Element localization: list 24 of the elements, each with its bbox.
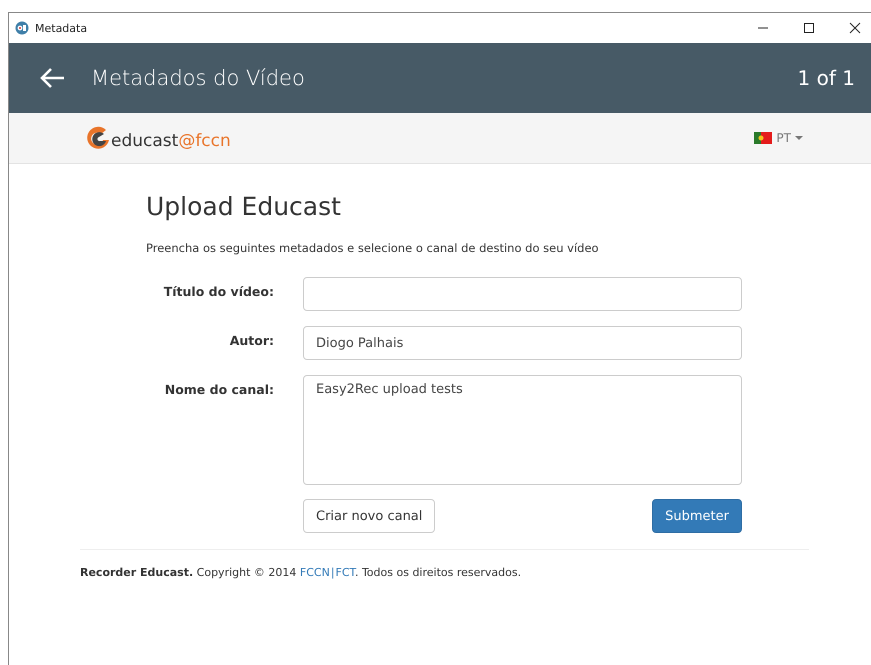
submit-button[interactable]: Submeter (652, 499, 742, 533)
field-label: Título do vídeo: (162, 283, 274, 301)
back-arrow-icon[interactable] (39, 67, 65, 89)
input-field[interactable] (303, 277, 742, 311)
intro-text: Preencha os seguintes metadados e selecione o canal de destino do seu vídeo (146, 241, 600, 255)
app-icon (15, 21, 29, 35)
field-label: Nome do canal: (164, 381, 274, 399)
window-title: Metadata (35, 22, 88, 34)
footer-link[interactable]: FCCN (300, 566, 330, 579)
page-counter: 1 of 1 (798, 66, 855, 90)
header-title: Metadados do Vídeo (91, 66, 305, 90)
language-dropdown[interactable]: PT (748, 130, 809, 146)
logo: educast@fccn (85, 125, 231, 151)
close-icon[interactable] (849, 22, 861, 34)
copyright-text: Recorder Educast. Copyright © 2014 FCCN|FCT. Todos os direitos reservados. (80, 566, 522, 579)
field-label: Autor: (228, 332, 274, 350)
flag-icon (754, 132, 772, 144)
page-heading: Upload Educast (146, 192, 342, 221)
caret-icon (795, 136, 803, 140)
create-channel-button[interactable]: Criar novo canal (303, 499, 436, 533)
maximize-icon[interactable] (803, 22, 815, 34)
textarea-field[interactable]: Easy2Rec upload tests (303, 375, 742, 485)
footer-link[interactable]: FCT (336, 566, 355, 579)
input-field[interactable]: Diogo Palhais (303, 326, 742, 360)
